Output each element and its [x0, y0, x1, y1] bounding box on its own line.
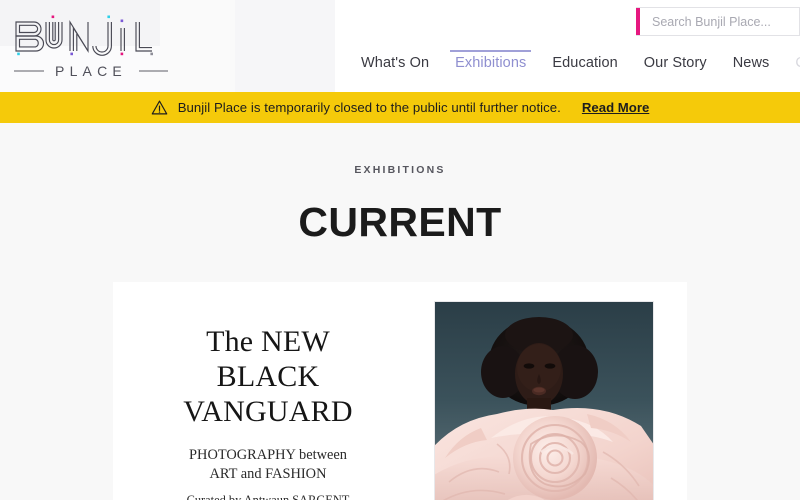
search-input[interactable]	[640, 14, 800, 29]
main-content: EXHIBITIONS CURRENT The NEW BLACK VANGUA…	[0, 123, 800, 500]
nav-item-exhibitions[interactable]: Exhibitions	[442, 50, 539, 77]
exhibition-card[interactable]: The NEW BLACK VANGUARD PHOTOGRAPHY betwe…	[113, 282, 687, 500]
svg-text:PLACE: PLACE	[55, 63, 127, 79]
logo-accent-dot-pink	[51, 15, 55, 19]
exhibition-card-media	[423, 282, 687, 500]
nav-item-our-story[interactable]: Our Story	[631, 50, 720, 77]
nav-item-news[interactable]: News	[720, 50, 783, 77]
logo-accent-dot-cyan	[107, 15, 110, 19]
exhibition-photo	[435, 302, 653, 500]
main-navigation: What's On Exhibitions Education Our Stor…	[348, 50, 800, 77]
bunjil-place-logo-icon: PLACE	[14, 15, 168, 79]
exhibition-title: The NEW BLACK VANGUARD	[127, 324, 409, 429]
site-alert-banner: Bunjil Place is temporarily closed to th…	[0, 92, 800, 123]
exhibition-subtitle: PHOTOGRAPHY between ART and FASHION	[127, 446, 409, 483]
site-header: PLACE What's On Exhibitions Education Ou…	[0, 0, 800, 92]
section-eyebrow: EXHIBITIONS	[354, 164, 446, 176]
exhibition-title-line-1: The NEW	[206, 325, 330, 358]
exhibition-subtitle-line-1: PHOTOGRAPHY between	[189, 447, 347, 464]
alert-message: Bunjil Place is temporarily closed to th…	[177, 100, 561, 115]
alert-read-more-link[interactable]: Read More	[582, 100, 649, 115]
exhibition-card-text: The NEW BLACK VANGUARD PHOTOGRAPHY betwe…	[113, 282, 423, 500]
exhibition-curator: Curated by Antwaun SARGENT	[127, 493, 409, 500]
nav-item-education[interactable]: Education	[539, 50, 630, 77]
logo-accent-dot-purple	[120, 19, 124, 23]
exhibition-subtitle-line-2: ART and FASHION	[209, 465, 327, 482]
exhibition-title-line-2: BLACK	[216, 360, 320, 394]
site-logo[interactable]: PLACE	[8, 8, 176, 82]
nav-item-overflow[interactable]: C	[782, 50, 800, 77]
search-box[interactable]	[636, 7, 800, 36]
page-title: CURRENT	[298, 199, 502, 245]
nav-item-whats-on[interactable]: What's On	[348, 50, 442, 77]
exhibition-title-line-3: VANGUARD	[183, 395, 353, 429]
warning-triangle-icon	[151, 100, 168, 115]
